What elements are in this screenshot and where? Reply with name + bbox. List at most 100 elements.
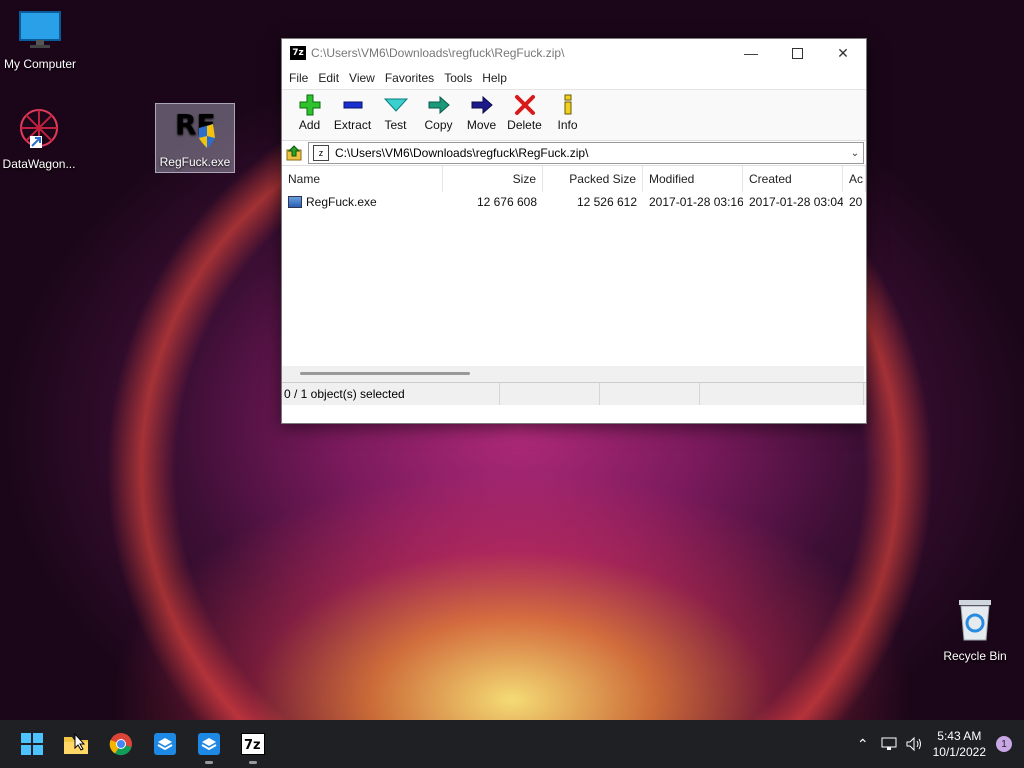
status-panel xyxy=(600,383,700,405)
box-app-icon xyxy=(198,733,220,755)
table-row[interactable]: RegFuck.exe 12 676 608 12 526 612 2017-0… xyxy=(282,192,866,212)
7zip-icon: 7z xyxy=(241,733,265,755)
desktop-icon-label: DataWagon... xyxy=(2,157,76,171)
column-header-modified[interactable]: Modified xyxy=(643,166,743,192)
delete-label: Delete xyxy=(507,118,542,132)
status-selection: 0 / 1 object(s) selected xyxy=(282,383,500,405)
row-modified: 2017-01-28 03:16 xyxy=(649,195,743,209)
system-tray: ⌃ 5:43 AM 10/1/2022 1 xyxy=(857,720,1024,768)
status-panel xyxy=(700,383,864,405)
status-panel xyxy=(500,383,600,405)
volume-icon[interactable] xyxy=(905,736,923,752)
notification-badge[interactable]: 1 xyxy=(996,736,1012,752)
desktop-icon-label: RegFuck.exe xyxy=(159,155,231,169)
info-label: Info xyxy=(557,118,578,132)
row-accessed: 20 xyxy=(849,195,863,209)
taskbar-chrome[interactable] xyxy=(107,730,135,758)
svg-text:7z: 7z xyxy=(244,738,261,753)
column-header-packed-size[interactable]: Packed Size xyxy=(543,166,643,192)
7zip-window: 7z C:\Users\VM6\Downloads\regfuck\RegFuc… xyxy=(281,38,867,424)
menu-edit[interactable]: Edit xyxy=(313,71,344,85)
clock[interactable]: 5:43 AM 10/1/2022 xyxy=(933,728,986,760)
info-icon xyxy=(564,94,571,115)
windows-logo-icon xyxy=(21,733,43,755)
extract-button[interactable]: Extract xyxy=(331,90,374,138)
exe-file-icon xyxy=(288,196,302,208)
maximize-icon xyxy=(791,47,803,59)
taskbar-app-1[interactable] xyxy=(151,730,179,758)
test-label: Test xyxy=(384,118,407,132)
minimize-button[interactable]: — xyxy=(728,39,774,67)
copy-button[interactable]: Copy xyxy=(417,90,460,138)
chevron-up-icon[interactable]: ⌃ xyxy=(857,736,869,753)
path-combobox[interactable]: z C:\Users\VM6\Downloads\regfuck\RegFuck… xyxy=(308,142,864,164)
menu-favorites[interactable]: Favorites xyxy=(380,71,439,85)
menu-help[interactable]: Help xyxy=(477,71,512,85)
desktop-icon-regfuck[interactable]: RF RegFuck.exe xyxy=(155,103,235,173)
list-header: Name Size Packed Size Modified Created A… xyxy=(282,166,866,192)
desktop-icon-label: Recycle Bin xyxy=(943,649,1007,663)
row-packed-size: 12 526 612 xyxy=(576,195,637,209)
7zip-app-icon: 7z xyxy=(290,46,306,60)
toolbar: Add Extract Test Copy Move Delete Info xyxy=(282,89,866,140)
mouse-pointer-icon xyxy=(74,733,86,751)
address-bar: z C:\Users\VM6\Downloads\regfuck\RegFuck… xyxy=(282,140,866,166)
monitor-icon xyxy=(19,11,61,48)
up-folder-button[interactable] xyxy=(282,142,308,164)
column-header-created[interactable]: Created xyxy=(743,166,843,192)
maximize-button[interactable] xyxy=(774,39,820,67)
scrollbar-thumb[interactable] xyxy=(300,372,470,375)
delete-button[interactable]: Delete xyxy=(503,90,546,138)
copy-icon xyxy=(428,95,450,115)
move-label: Move xyxy=(466,118,497,132)
desktop-icon-my-computer[interactable]: My Computer xyxy=(0,10,80,71)
regfuck-exe-icon: RF xyxy=(175,108,216,148)
move-icon xyxy=(471,95,493,115)
up-folder-icon xyxy=(286,145,302,161)
chrome-icon xyxy=(109,733,132,756)
title-bar[interactable]: 7z C:\Users\VM6\Downloads\regfuck\RegFuc… xyxy=(282,39,866,67)
add-button[interactable]: Add xyxy=(288,90,331,138)
menu-tools[interactable]: Tools xyxy=(439,71,477,85)
taskbar-file-explorer[interactable] xyxy=(62,730,90,758)
desktop-icon-recycle-bin[interactable]: Recycle Bin xyxy=(935,598,1015,663)
window-title: C:\Users\VM6\Downloads\regfuck\RegFuck.z… xyxy=(311,46,565,60)
taskbar-app-2[interactable] xyxy=(195,730,223,764)
desktop-icon-datawagon[interactable]: DataWagon... xyxy=(0,106,79,171)
column-header-name[interactable]: Name xyxy=(282,166,443,192)
row-name: RegFuck.exe xyxy=(306,195,377,209)
start-button[interactable] xyxy=(18,730,46,758)
column-header-size[interactable]: Size xyxy=(443,166,543,192)
running-indicator xyxy=(205,761,213,764)
taskbar: 7z ⌃ 5:43 AM 10/1/2022 1 xyxy=(0,720,1024,768)
info-button[interactable]: Info xyxy=(546,90,589,138)
zip-archive-icon: z xyxy=(313,145,329,161)
row-created: 2017-01-28 03:04 xyxy=(749,195,843,209)
move-button[interactable]: Move xyxy=(460,90,503,138)
delete-icon xyxy=(514,95,535,115)
test-icon xyxy=(383,98,408,112)
add-label: Add xyxy=(298,118,321,132)
file-list[interactable]: Name Size Packed Size Modified Created A… xyxy=(282,166,866,382)
status-bar: 0 / 1 object(s) selected xyxy=(282,382,866,405)
menu-view[interactable]: View xyxy=(344,71,380,85)
extract-icon xyxy=(343,101,362,109)
taskbar-7zip[interactable]: 7z xyxy=(239,730,267,764)
add-icon xyxy=(299,94,320,116)
test-button[interactable]: Test xyxy=(374,90,417,138)
column-header-accessed[interactable]: Ac xyxy=(843,166,866,192)
box-app-icon xyxy=(154,733,176,755)
running-indicator xyxy=(249,761,257,764)
row-size: 12 676 608 xyxy=(476,195,537,209)
copy-label: Copy xyxy=(424,118,453,132)
chevron-down-icon[interactable]: ⌄ xyxy=(847,148,863,159)
menu-file[interactable]: File xyxy=(284,71,313,85)
horizontal-scrollbar[interactable] xyxy=(282,366,864,382)
recycle-bin-icon xyxy=(959,600,991,641)
desktop-icon-label: My Computer xyxy=(3,57,77,71)
network-icon[interactable] xyxy=(881,736,899,752)
extract-label: Extract xyxy=(333,118,372,132)
clock-date: 10/1/2022 xyxy=(932,745,986,759)
path-text: C:\Users\VM6\Downloads\regfuck\RegFuck.z… xyxy=(335,146,589,160)
close-button[interactable]: ✕ xyxy=(820,39,866,67)
